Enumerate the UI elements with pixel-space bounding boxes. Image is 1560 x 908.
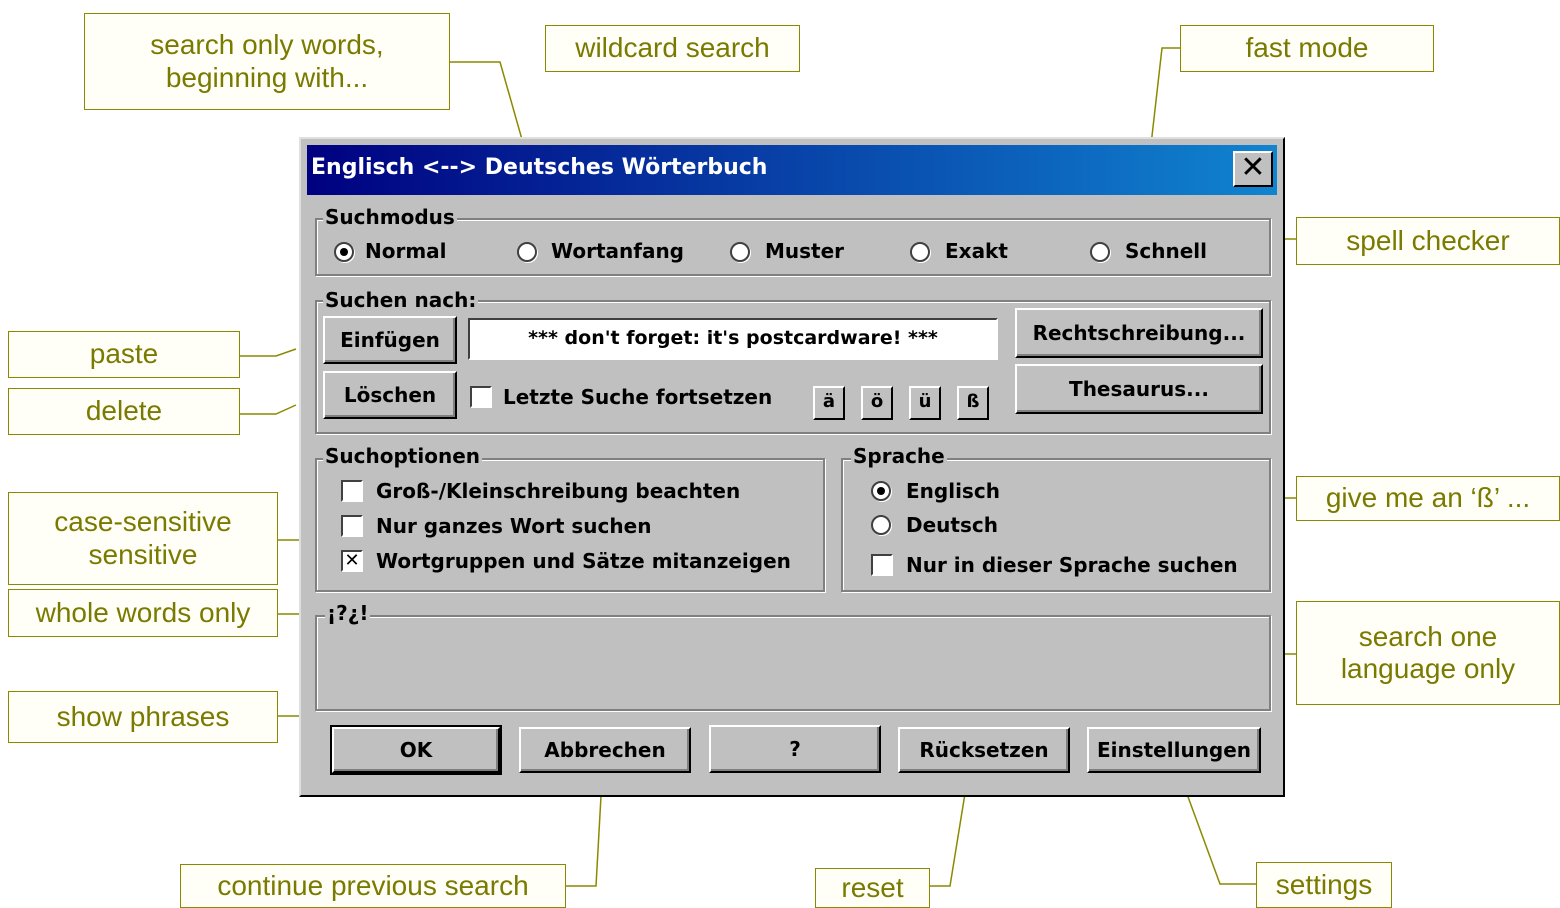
delete-button[interactable]: Löschen (323, 371, 457, 419)
callout-search-words-beginning: search only words, beginning with... (84, 13, 450, 110)
label-normal[interactable]: Normal (365, 239, 447, 263)
callout-give-sz: give me an ‘ß’ ... (1296, 476, 1560, 521)
suchoptionen-legend: Suchoptionen (323, 444, 482, 468)
continue-search-checkbox[interactable] (470, 386, 492, 408)
radio-normal[interactable] (334, 242, 354, 262)
callout-fast-mode: fast mode (1180, 25, 1434, 72)
char-button-ae[interactable]: ä (813, 386, 845, 420)
line-paste (240, 348, 297, 357)
line-delete (240, 404, 297, 415)
help-button[interactable]: ? (709, 725, 881, 773)
radio-muster[interactable] (730, 242, 750, 262)
paste-button[interactable]: Einfügen (323, 316, 457, 364)
dictionary-dialog: Englisch <--> Deutsches Wörterbuch ✕ Suc… (299, 137, 1285, 797)
label-muster[interactable]: Muster (765, 239, 844, 263)
reset-button[interactable]: Rücksetzen (898, 727, 1070, 773)
callout-show-phrases: show phrases (8, 691, 278, 743)
close-icon[interactable]: ✕ (1233, 151, 1273, 187)
callout-settings: settings (1256, 862, 1392, 908)
only-language-checkbox[interactable] (871, 554, 893, 576)
char-button-sz[interactable]: ß (957, 386, 989, 420)
cancel-button[interactable]: Abbrechen (519, 727, 691, 773)
label-schnell[interactable]: Schnell (1125, 239, 1207, 263)
case-sensitive-label[interactable]: Groß-/Kleinschreibung beachten (376, 479, 740, 503)
char-button-ue[interactable]: ü (909, 386, 941, 420)
show-phrases-label[interactable]: Wortgruppen und Sätze mitanzeigen (376, 549, 791, 573)
label-exakt[interactable]: Exakt (945, 239, 1008, 263)
callout-reset: reset (815, 868, 930, 908)
char-button-oe[interactable]: ö (861, 386, 893, 420)
callout-whole-words: whole words only (8, 589, 278, 637)
suchmodus-legend: Suchmodus (323, 205, 457, 229)
callout-case-sensitive: case-sensitive sensitive (8, 492, 278, 585)
callout-paste: paste (8, 331, 240, 378)
dialog-title: Englisch <--> Deutsches Wörterbuch (311, 155, 768, 180)
continue-search-label[interactable]: Letzte Suche fortsetzen (503, 385, 772, 409)
callout-wildcard: wildcard search (545, 25, 800, 72)
whole-word-label[interactable]: Nur ganzes Wort suchen (376, 514, 651, 538)
radio-deutsch[interactable] (871, 515, 891, 535)
callout-one-language: search one language only (1296, 601, 1560, 705)
radio-wortanfang[interactable] (517, 242, 537, 262)
callout-continue: continue previous search (180, 864, 566, 908)
case-sensitive-checkbox[interactable] (341, 480, 363, 502)
whole-word-checkbox[interactable] (341, 515, 363, 537)
thesaurus-button[interactable]: Thesaurus... (1015, 364, 1263, 414)
ok-button[interactable]: OK (330, 725, 502, 775)
label-englisch[interactable]: Englisch (906, 479, 1000, 503)
radio-schnell[interactable] (1090, 242, 1110, 262)
title-bar[interactable]: Englisch <--> Deutsches Wörterbuch ✕ (307, 145, 1277, 195)
callout-delete: delete (8, 388, 240, 435)
only-language-label[interactable]: Nur in dieser Sprache suchen (906, 553, 1238, 577)
suchen-nach-legend: Suchen nach: (323, 288, 479, 312)
sprache-legend: Sprache (851, 444, 947, 468)
callout-spell-checker: spell checker (1296, 217, 1560, 265)
settings-button[interactable]: Einstellungen (1087, 727, 1261, 773)
label-wortanfang[interactable]: Wortanfang (551, 239, 684, 263)
show-phrases-checkbox[interactable]: ✕ (341, 550, 363, 572)
spell-check-button[interactable]: Rechtschreibung... (1015, 308, 1263, 358)
radio-exakt[interactable] (910, 242, 930, 262)
group-result (315, 615, 1271, 711)
radio-englisch[interactable] (871, 481, 891, 501)
search-input[interactable]: *** don't forget: it's postcardware! *** (468, 318, 998, 360)
label-deutsch[interactable]: Deutsch (906, 513, 998, 537)
result-legend: ¡?¿! (325, 601, 371, 625)
